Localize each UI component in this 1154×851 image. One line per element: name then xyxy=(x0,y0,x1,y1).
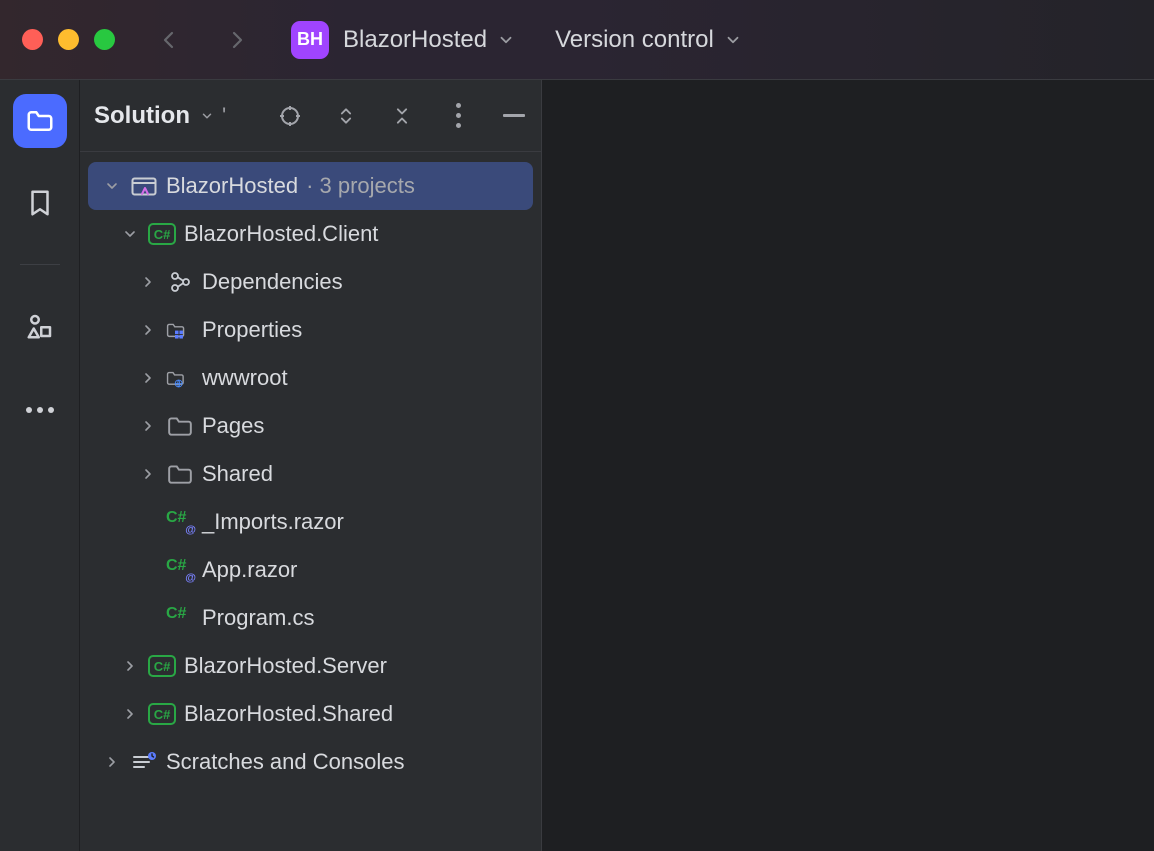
bookmarks-tool-button[interactable] xyxy=(13,176,67,230)
node-label: Pages xyxy=(202,413,264,439)
solution-panel: Solution ' xyxy=(80,80,542,851)
solution-icon xyxy=(130,172,158,200)
maximize-window-button[interactable] xyxy=(94,29,115,50)
node-label: App.razor xyxy=(202,557,297,583)
panel-options-button[interactable] xyxy=(445,103,471,129)
tree-node-shared-folder[interactable]: Shared xyxy=(88,450,533,498)
tree-node-dependencies[interactable]: Dependencies xyxy=(88,258,533,306)
razor-file-icon: C#@ xyxy=(166,508,194,536)
chevron-down-icon xyxy=(200,103,214,129)
more-tools-button[interactable] xyxy=(13,381,67,435)
razor-file-icon: C#@ xyxy=(166,556,194,584)
csharp-file-icon: C# xyxy=(166,604,194,632)
tree-node-properties[interactable]: Properties xyxy=(88,306,533,354)
minimize-window-button[interactable] xyxy=(58,29,79,50)
node-label: Shared xyxy=(202,461,273,487)
chevron-right-icon[interactable] xyxy=(138,418,158,434)
tree-node-scratches[interactable]: Scratches and Consoles xyxy=(88,738,533,786)
minimize-icon xyxy=(503,114,525,117)
locate-button[interactable] xyxy=(277,103,303,129)
node-label: BlazorHosted.Server xyxy=(184,653,387,679)
node-label: wwwroot xyxy=(202,365,288,391)
explorer-tool-button[interactable] xyxy=(13,94,67,148)
chevron-right-icon[interactable] xyxy=(138,274,158,290)
tree-node-project-shared[interactable]: C# BlazorHosted.Shared xyxy=(88,690,533,738)
node-label: Dependencies xyxy=(202,269,343,295)
tree-node-wwwroot[interactable]: wwwroot xyxy=(88,354,533,402)
panel-header: Solution ' xyxy=(80,80,541,152)
project-dropdown[interactable]: BlazorHosted xyxy=(343,26,515,54)
solution-tree[interactable]: BlazorHosted · 3 projects C# BlazorHoste… xyxy=(80,152,541,796)
tree-node-file-program[interactable]: C# Program.cs xyxy=(88,594,533,642)
dependencies-icon xyxy=(166,268,194,296)
chevron-down-icon[interactable] xyxy=(120,226,140,242)
minimize-panel-button[interactable] xyxy=(501,103,527,129)
tree-node-project-server[interactable]: C# BlazorHosted.Server xyxy=(88,642,533,690)
node-label: Scratches and Consoles xyxy=(166,749,404,775)
tree-node-project-client[interactable]: C# BlazorHosted.Client xyxy=(88,210,533,258)
chevron-right-icon[interactable] xyxy=(120,658,140,674)
folder-icon xyxy=(166,460,194,488)
node-label: Properties xyxy=(202,317,302,343)
csharp-project-icon: C# xyxy=(148,652,176,680)
node-label: BlazorHosted.Shared xyxy=(184,701,393,727)
wwwroot-folder-icon xyxy=(166,364,194,392)
main-area: Solution ' xyxy=(0,80,1154,851)
ellipsis-icon xyxy=(26,407,54,413)
nav-back-button[interactable] xyxy=(155,26,183,54)
structure-tool-button[interactable] xyxy=(13,299,67,353)
chevron-right-icon[interactable] xyxy=(138,370,158,386)
chevron-down-icon[interactable] xyxy=(102,178,122,194)
node-label: BlazorHosted xyxy=(166,173,298,199)
separator xyxy=(20,264,60,265)
chevron-down-icon xyxy=(724,31,742,49)
chevron-right-icon[interactable] xyxy=(102,754,122,770)
title-bar: BH BlazorHosted Version control xyxy=(0,0,1154,80)
chevron-down-icon xyxy=(497,31,515,49)
node-label: _Imports.razor xyxy=(202,509,344,535)
nav-arrows xyxy=(155,26,251,54)
window-controls xyxy=(22,29,115,50)
tree-node-file-app[interactable]: C#@ App.razor xyxy=(88,546,533,594)
project-badge: BH xyxy=(291,21,329,59)
node-label: BlazorHosted.Client xyxy=(184,221,378,247)
project-name: BlazorHosted xyxy=(343,26,487,54)
node-label: Program.cs xyxy=(202,605,314,631)
panel-indicator: ' xyxy=(222,103,226,129)
csharp-project-icon: C# xyxy=(148,700,176,728)
vcs-label: Version control xyxy=(555,26,714,54)
nav-forward-button[interactable] xyxy=(223,26,251,54)
close-window-button[interactable] xyxy=(22,29,43,50)
properties-folder-icon xyxy=(166,316,194,344)
csharp-project-icon: C# xyxy=(148,220,176,248)
left-icon-bar xyxy=(0,80,80,851)
panel-title: Solution xyxy=(94,102,190,130)
tree-node-solution[interactable]: BlazorHosted · 3 projects xyxy=(88,162,533,210)
panel-view-dropdown[interactable]: Solution ' xyxy=(94,102,226,130)
editor-area xyxy=(542,80,1154,851)
node-suffix: · 3 projects xyxy=(306,173,415,199)
kebab-icon xyxy=(456,103,461,128)
vcs-dropdown[interactable]: Version control xyxy=(555,26,742,54)
chevron-right-icon[interactable] xyxy=(120,706,140,722)
folder-icon xyxy=(166,412,194,440)
scratches-icon xyxy=(130,748,158,776)
chevron-right-icon[interactable] xyxy=(138,466,158,482)
collapse-all-button[interactable] xyxy=(389,103,415,129)
chevron-right-icon[interactable] xyxy=(138,322,158,338)
tree-node-pages[interactable]: Pages xyxy=(88,402,533,450)
tree-node-file-imports[interactable]: C#@ _Imports.razor xyxy=(88,498,533,546)
expand-collapse-button[interactable] xyxy=(333,103,359,129)
